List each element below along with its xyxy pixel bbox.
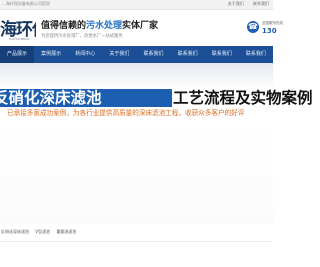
logo-subtext: HAIHUANBAO bbox=[9, 37, 30, 41]
slogan-suffix: 实体厂家 bbox=[122, 21, 159, 31]
banner-title-rest: 工艺流程及实物案例 bbox=[173, 89, 313, 107]
header-slogan-sub: 为您提供污水处理厂，改善水厂一站式服务 bbox=[41, 34, 123, 39]
main-nav: 产品展示 案例展示 新闻中心 关于我们 联系我们 联系我们 联系我们 联系我们 bbox=[0, 46, 273, 63]
category-link-denitrification[interactable]: 反硝化深床滤池 bbox=[1, 229, 29, 234]
banner-subtitle: 已承接多家成功案例，为各行业提供高质量的深床滤池工程，收获众多客户的好评 bbox=[7, 109, 245, 117]
phone-number[interactable]: 130 bbox=[262, 27, 277, 35]
category-link-v-filter[interactable]: V型滤池 bbox=[35, 229, 50, 234]
category-link-gravity-filter[interactable]: 重量流滤池 bbox=[56, 229, 76, 234]
nav-item-products[interactable]: 产品展示 bbox=[0, 46, 35, 63]
nav-item-contact-3[interactable]: 联系我们 bbox=[205, 46, 239, 63]
nav-item-contact-1[interactable]: 联系我们 bbox=[137, 46, 171, 63]
top-link-contact[interactable]: 联系我们 bbox=[253, 1, 269, 6]
banner-content-area bbox=[0, 119, 273, 224]
phone-label: 全国服务热线 bbox=[262, 21, 283, 25]
slogan-prefix: 值得信赖的 bbox=[41, 21, 87, 31]
divider bbox=[0, 241, 273, 242]
header-slogan: 值得信赖的污水处理实体厂家 bbox=[41, 18, 158, 31]
nav-item-cases[interactable]: 案例展示 bbox=[34, 46, 68, 63]
banner-background bbox=[0, 63, 273, 89]
top-bar: ...海环保设备有限公司官网 关于我们 联系我们 bbox=[0, 0, 273, 10]
nav-item-contact-4[interactable]: 联系我们 bbox=[239, 46, 273, 63]
nav-item-about[interactable]: 关于我们 bbox=[102, 46, 136, 63]
nav-item-contact-2[interactable]: 联系我们 bbox=[171, 46, 205, 63]
category-list: 反硝化深床滤池 V型滤池 重量流滤池 bbox=[1, 229, 81, 235]
site-header: 海环保 HAIHUANBAO 值得信赖的污水处理实体厂家 为您提供污水处理厂，改… bbox=[0, 10, 283, 46]
slogan-highlight: 污水处理 bbox=[86, 21, 123, 31]
banner-title-highlight: 反硝化深床滤池 bbox=[0, 89, 172, 107]
banner-title: 反硝化深床滤池 工艺流程及实物案例 bbox=[0, 89, 313, 107]
nav-item-news[interactable]: 新闻中心 bbox=[68, 46, 102, 63]
banner-subtitle-row: 已承接多家成功案例，为各行业提供高质量的深床滤池工程，收获众多客户的好评 bbox=[0, 107, 273, 119]
category-links: 反硝化深床滤池 V型滤池 重量流滤池 bbox=[0, 224, 273, 267]
company-name: ...海环保设备有限公司官网 bbox=[2, 1, 50, 6]
top-links: 关于我们 联系我们 bbox=[220, 1, 269, 7]
hero-banner: 反硝化深床滤池 工艺流程及实物案例 已承接多家成功案例，为各行业提供高质量的深床… bbox=[0, 63, 313, 224]
phone-icon: ☎ bbox=[247, 21, 259, 33]
top-link-about[interactable]: 关于我们 bbox=[228, 1, 244, 6]
